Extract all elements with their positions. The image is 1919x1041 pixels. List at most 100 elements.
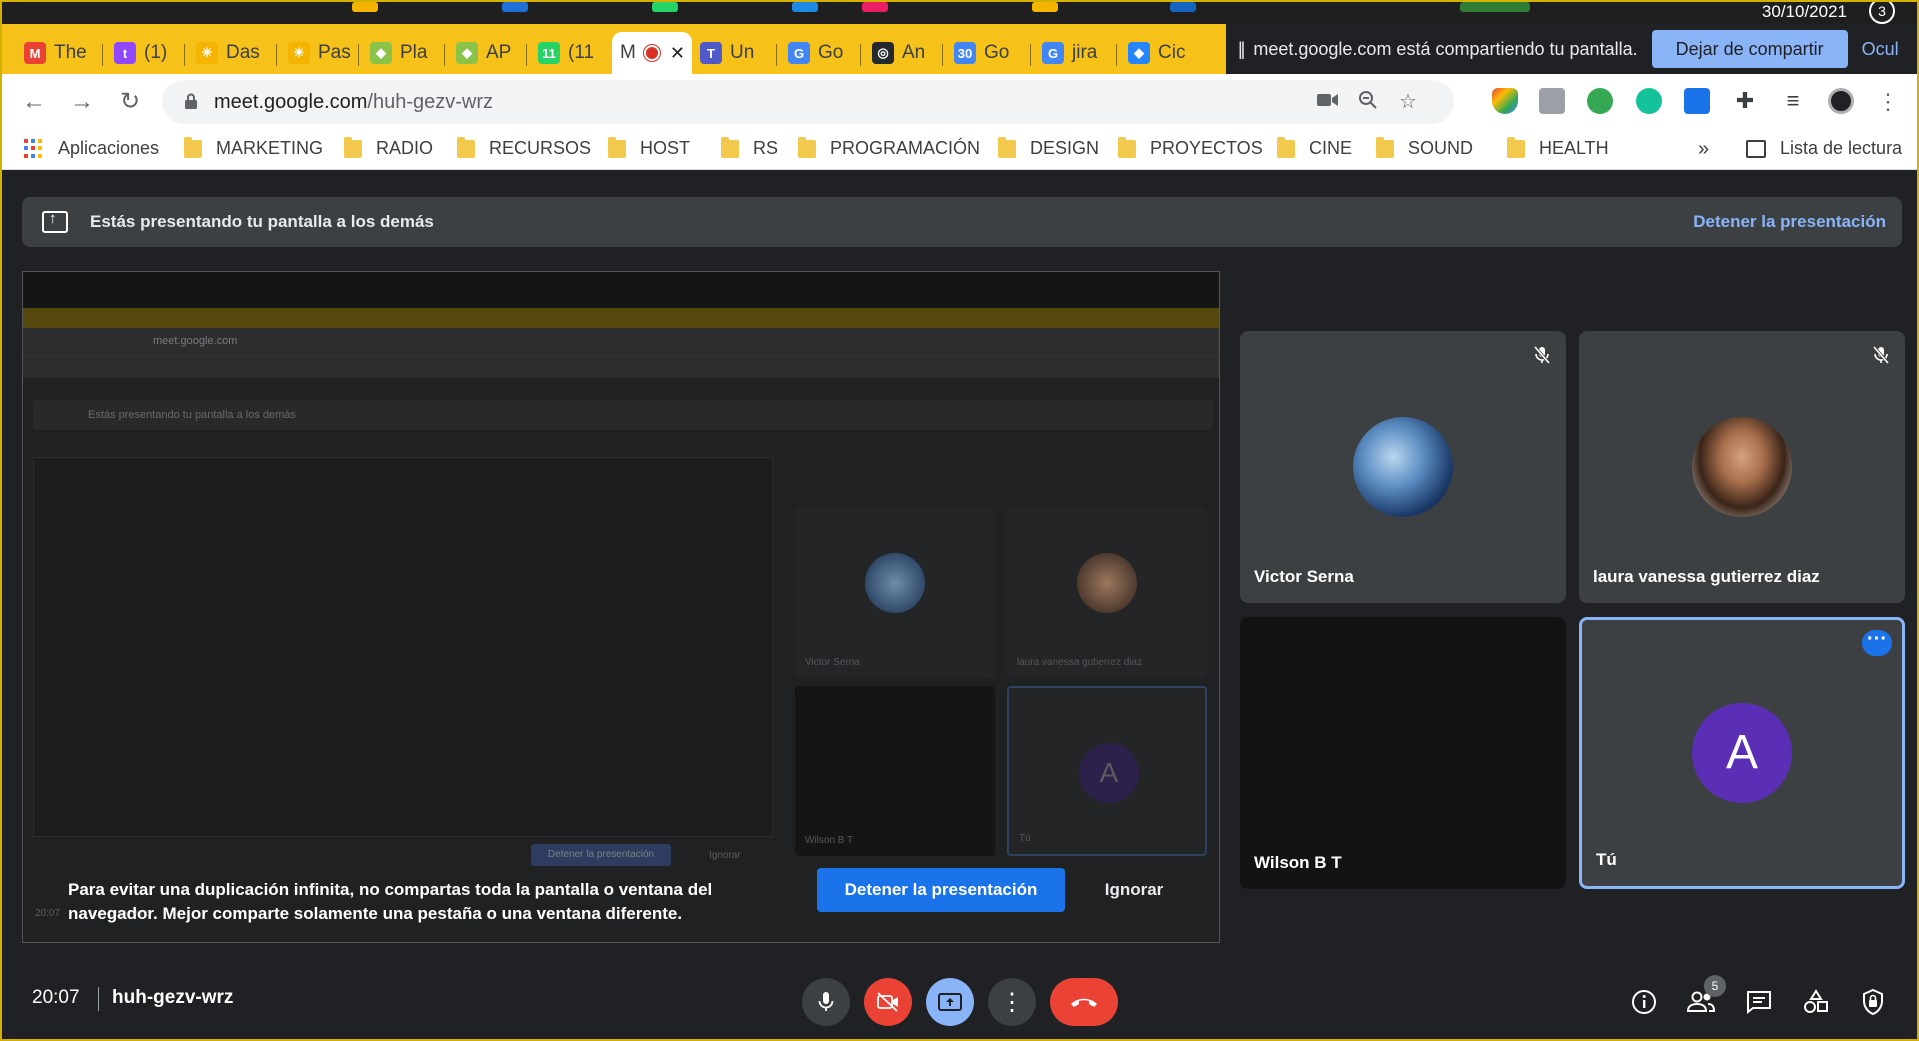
- camera-off-icon: [877, 992, 898, 1012]
- browser-tab[interactable]: ◆ AP: [448, 34, 526, 72]
- taskbar-app-icon[interactable]: [1032, 2, 1058, 12]
- hide-notice-button[interactable]: Ocul: [1862, 39, 1899, 60]
- bookmark-folder[interactable]: SOUND: [1376, 136, 1474, 159]
- tab-active-meet[interactable]: M ✕: [612, 32, 692, 74]
- reading-list-button[interactable]: Lista de lectura: [1746, 138, 1902, 159]
- activities-button[interactable]: [1799, 985, 1833, 1019]
- activities-shapes-icon: [1804, 989, 1828, 1013]
- bookmark-folder[interactable]: RADIO: [344, 136, 433, 159]
- present-now-button[interactable]: [926, 978, 974, 1026]
- bookmarks-overflow-button[interactable]: »: [1698, 138, 1709, 161]
- tab-favicon-icon: T: [700, 42, 722, 64]
- leave-call-button[interactable]: [1050, 978, 1118, 1026]
- browser-tab[interactable]: M The: [16, 34, 102, 72]
- browser-menu-icon[interactable]: ⋮: [1872, 86, 1904, 118]
- folder-icon: [1118, 136, 1136, 158]
- tab-separator: [358, 44, 359, 66]
- reload-icon[interactable]: ↻: [114, 86, 146, 118]
- divider: [98, 987, 99, 1011]
- url-text[interactable]: meet.google.com/huh-gezv-wrz: [214, 91, 493, 114]
- bookmark-folder-label: RS: [753, 138, 779, 158]
- presenting-banner-text: Estás presentando tu pantalla a los demá…: [90, 212, 434, 231]
- taskbar-app-icon[interactable]: [792, 2, 818, 12]
- ignore-button[interactable]: Ignorar: [1089, 868, 1179, 912]
- extension-translate-icon[interactable]: [1684, 88, 1710, 114]
- bookmark-folder-label: PROGRAMACIÓN: [830, 138, 981, 158]
- stop-sharing-button[interactable]: Dejar de compartir: [1651, 30, 1848, 68]
- browser-tab[interactable]: ☀ Pas: [280, 34, 358, 72]
- bookmark-star-icon[interactable]: ☆: [1396, 90, 1420, 114]
- bookmark-folder[interactable]: DESIGN: [998, 136, 1100, 159]
- extensions-puzzle-icon[interactable]: ✚: [1732, 88, 1758, 114]
- apps-grid-icon: [24, 138, 44, 159]
- extension-code-icon[interactable]: [1539, 88, 1565, 114]
- chat-button[interactable]: [1742, 985, 1776, 1019]
- more-options-icon[interactable]: ···: [1862, 629, 1892, 656]
- bookmark-folder[interactable]: PROYECTOS: [1118, 136, 1263, 159]
- lock-icon[interactable]: [184, 93, 198, 109]
- bookmark-folder-label: SOUND: [1408, 138, 1474, 158]
- more-options-button[interactable]: ⋮: [988, 978, 1036, 1026]
- taskbar-app-icon[interactable]: [1170, 2, 1196, 12]
- notification-icon[interactable]: 3: [1869, 2, 1895, 24]
- host-controls-button[interactable]: [1856, 985, 1890, 1019]
- forward-arrow-icon[interactable]: →: [66, 86, 98, 118]
- system-date[interactable]: 30/10/2021: [1762, 2, 1847, 22]
- camera-off-button[interactable]: [864, 978, 912, 1026]
- tab-label: Go: [984, 42, 1010, 63]
- browser-tab[interactable]: ◎ An: [864, 34, 942, 72]
- camera-blocked-icon[interactable]: [1316, 90, 1340, 114]
- participant-tile[interactable]: Victor Serna: [1240, 331, 1566, 603]
- folder-icon: [1376, 136, 1394, 158]
- media-control-icon[interactable]: ≡: [1780, 88, 1806, 114]
- bookmark-apps[interactable]: Aplicaciones: [24, 138, 159, 159]
- tab-favicon-icon: ☀: [288, 42, 310, 64]
- pause-icon: ||: [1238, 38, 1246, 59]
- bookmark-folder[interactable]: MARKETING: [184, 136, 323, 159]
- zoom-icon[interactable]: [1356, 90, 1380, 114]
- taskbar-app-icon[interactable]: [652, 2, 678, 12]
- reading-list-label: Lista de lectura: [1780, 138, 1903, 158]
- browser-tab[interactable]: 30 Go: [946, 34, 1030, 72]
- profile-avatar[interactable]: [1828, 88, 1854, 114]
- participant-tile[interactable]: Wilson B T: [1240, 617, 1566, 889]
- tab-label: Cic: [1158, 42, 1186, 63]
- taskbar-app-icon[interactable]: [862, 2, 888, 12]
- battery-indicator[interactable]: [1460, 2, 1530, 12]
- grammarly-icon[interactable]: [1636, 88, 1662, 114]
- self-participant-tile[interactable]: ··· A Tú: [1579, 617, 1905, 889]
- extension-robot-icon[interactable]: [1587, 88, 1613, 114]
- taskbar-app-icon[interactable]: [352, 2, 378, 12]
- bookmark-folder[interactable]: RS: [721, 136, 779, 159]
- browser-tab[interactable]: 11 (11: [530, 34, 608, 72]
- tab-favicon-icon: ◆: [370, 42, 392, 64]
- participant-tile[interactable]: laura vanessa gutierrez diaz: [1579, 331, 1905, 603]
- participants-button[interactable]: 5: [1684, 975, 1726, 1019]
- stop-presenting-link[interactable]: Detener la presentación: [1693, 212, 1886, 232]
- stop-presenting-button[interactable]: Detener la presentación: [817, 868, 1065, 912]
- browser-tab[interactable]: ☀ Das: [188, 34, 276, 72]
- browser-tab[interactable]: T Un: [692, 34, 776, 72]
- bookmark-folder[interactable]: CINE: [1277, 136, 1352, 159]
- extension-heart-icon[interactable]: [1492, 88, 1518, 114]
- bookmark-folder[interactable]: PROGRAMACIÓN: [798, 136, 981, 159]
- preview-dim-overlay: [23, 272, 1219, 942]
- address-bar[interactable]: meet.google.com/huh-gezv-wrz ☆: [162, 80, 1454, 124]
- bookmark-folder[interactable]: HEALTH: [1507, 136, 1609, 159]
- bookmark-folder-label: DESIGN: [1030, 138, 1100, 158]
- browser-tab[interactable]: ◆ Pla: [362, 34, 444, 72]
- bookmark-folder[interactable]: HOST: [608, 136, 691, 159]
- taskbar-app-icon[interactable]: [502, 2, 528, 12]
- meeting-details-button[interactable]: [1627, 985, 1661, 1019]
- browser-tab[interactable]: Gjira: [1034, 34, 1116, 72]
- bookmark-folder-label: HOST: [640, 138, 691, 158]
- tab-label: (11: [568, 42, 595, 63]
- back-arrow-icon[interactable]: ←: [18, 86, 50, 118]
- browser-tab[interactable]: ◆ Cic: [1120, 34, 1216, 72]
- browser-tab[interactable]: G Go: [780, 34, 860, 72]
- microphone-button[interactable]: [802, 978, 850, 1026]
- bookmark-folder[interactable]: RECURSOS: [457, 136, 591, 159]
- browser-tab[interactable]: t (1): [106, 34, 184, 72]
- close-tab-icon[interactable]: ✕: [670, 43, 685, 64]
- tab-favicon-icon: G: [788, 42, 810, 64]
